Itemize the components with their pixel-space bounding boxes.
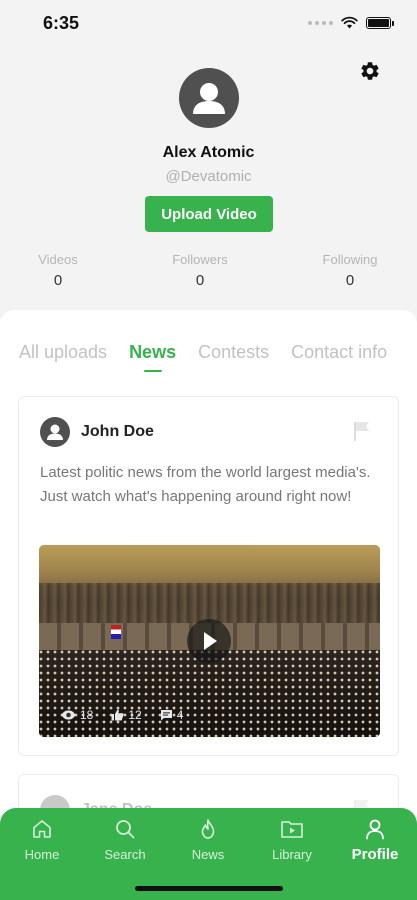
home-indicator — [135, 886, 283, 891]
nav-home[interactable]: Home — [7, 818, 77, 862]
nav-label: Search — [104, 847, 146, 862]
stat-label: Following — [322, 252, 378, 267]
play-button[interactable] — [187, 619, 231, 663]
post-card: John Doe Latest politic news from the wo… — [18, 396, 399, 756]
person-icon — [47, 424, 63, 440]
comment-icon — [160, 710, 172, 721]
tab-contests[interactable]: Contests — [198, 342, 269, 363]
stat-followers[interactable]: Followers 0 — [150, 252, 250, 289]
likes-value: 12 — [128, 708, 142, 722]
likes-count[interactable]: 12 — [111, 708, 142, 722]
views-value: 18 — [80, 708, 94, 722]
nav-profile[interactable]: Profile — [340, 818, 410, 863]
thumbs-up-icon — [111, 709, 124, 721]
stat-label: Followers — [172, 252, 228, 267]
profile-handle: @Devatomic — [165, 168, 252, 185]
nav-news[interactable]: News — [173, 818, 243, 862]
bottom-nav: Home Search News Library Profile — [0, 808, 417, 900]
profile-tabs: All uploads News Contests Contact info — [19, 342, 387, 363]
folder-play-icon — [281, 821, 303, 838]
avatar[interactable] — [179, 68, 239, 128]
signal-icon — [308, 20, 333, 25]
nav-label: Library — [272, 847, 312, 862]
search-icon — [116, 820, 135, 839]
stat-value: 0 — [53, 272, 63, 289]
person-icon — [193, 83, 225, 114]
comments-count[interactable]: 4 — [160, 708, 184, 722]
tab-contact-info[interactable]: Contact info — [291, 342, 387, 363]
video-stats: 18 12 4 — [61, 708, 183, 722]
home-icon — [33, 820, 51, 838]
person-icon — [366, 819, 384, 840]
post-text: Latest politic news from the world large… — [40, 464, 371, 505]
nav-label: News — [191, 847, 225, 862]
flag-icon[interactable] — [350, 419, 374, 443]
stat-label: Videos — [38, 252, 78, 267]
flame-icon — [201, 819, 215, 839]
upload-video-button[interactable]: Upload Video — [145, 196, 273, 232]
status-icons — [308, 16, 394, 29]
views-count: 18 — [61, 708, 93, 722]
stat-value: 0 — [195, 272, 205, 289]
profile-name: Alex Atomic — [162, 144, 255, 161]
nav-label: Profile — [351, 846, 399, 863]
battery-icon — [366, 16, 394, 29]
wifi-icon — [341, 16, 358, 29]
comments-value: 4 — [176, 708, 184, 722]
gear-icon[interactable] — [359, 60, 381, 82]
stat-following[interactable]: Following 0 — [300, 252, 400, 289]
status-bar: 6:35 — [0, 0, 417, 48]
stat-videos[interactable]: Videos 0 — [8, 252, 108, 289]
tab-news[interactable]: News — [129, 342, 176, 363]
post-author[interactable]: John Doe — [81, 423, 154, 441]
status-time: 6:35 — [43, 13, 80, 33]
video-thumbnail[interactable]: 18 12 4 — [39, 545, 380, 737]
stat-value: 0 — [345, 272, 355, 289]
nav-library[interactable]: Library — [257, 818, 327, 862]
nav-search[interactable]: Search — [90, 818, 160, 862]
eye-icon — [61, 710, 76, 720]
profile-stats: Videos 0 Followers 0 Following 0 — [0, 252, 417, 292]
author-avatar[interactable] — [40, 417, 70, 447]
nav-label: Home — [24, 847, 60, 862]
tab-all-uploads[interactable]: All uploads — [19, 342, 107, 363]
